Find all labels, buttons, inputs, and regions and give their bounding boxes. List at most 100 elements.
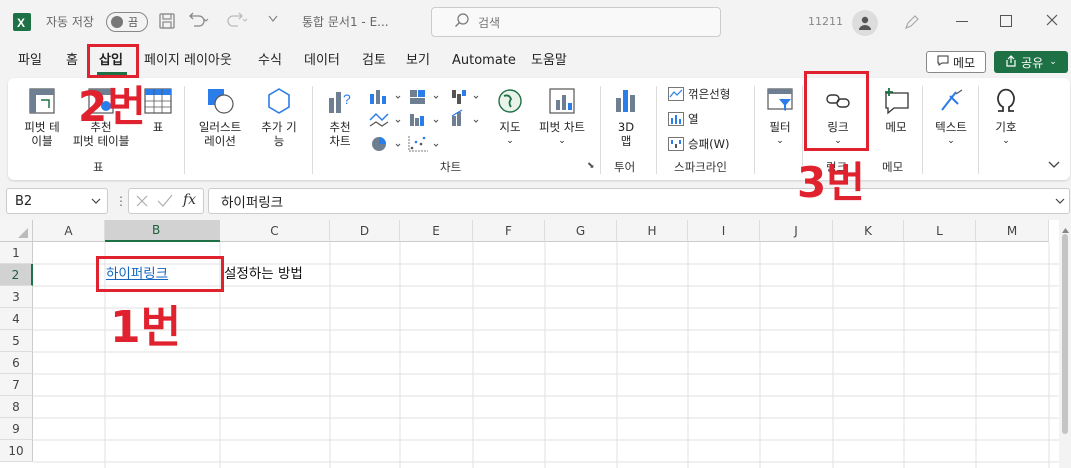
row-header-5[interactable]: 5: [0, 330, 33, 352]
formula-buttons: fx: [128, 188, 204, 214]
recommended-pivot-label-2: 피벗 테이블: [72, 134, 130, 148]
recommended-charts-icon: ?: [329, 91, 351, 113]
autosave-toggle[interactable]: 끔: [106, 12, 148, 32]
name-box[interactable]: B2: [6, 188, 108, 214]
row-header-3[interactable]: 3: [0, 286, 33, 308]
maps-button[interactable]: 지도 ⌄: [492, 86, 528, 148]
addins-button[interactable]: 추가 기 능: [252, 86, 306, 148]
waterfall-chart-icon: [452, 90, 466, 104]
name-box-dropdown-icon[interactable]: [91, 194, 101, 208]
3d-map-button[interactable]: 3D 맵: [606, 86, 646, 148]
close-icon[interactable]: [1044, 12, 1060, 28]
addins-icon: [268, 88, 290, 114]
selected-column-header: [105, 220, 220, 242]
row-header-1[interactable]: 1: [0, 242, 33, 264]
column-header-K[interactable]: K: [833, 220, 904, 242]
ribbon-expand-icon[interactable]: [1048, 158, 1060, 172]
maximize-icon[interactable]: [1000, 15, 1012, 27]
insert-function-icon[interactable]: fx: [183, 192, 196, 208]
vertical-scrollbar[interactable]: [1059, 220, 1071, 468]
tab-help[interactable]: 도움말: [527, 50, 571, 72]
toggle-state: 끔: [128, 16, 139, 29]
save-icon[interactable]: [158, 12, 176, 30]
group-label-charts: 차트: [440, 160, 462, 174]
tab-automate[interactable]: Automate: [448, 50, 520, 72]
tab-file[interactable]: 파일: [14, 50, 46, 72]
row-header-6[interactable]: 6: [0, 352, 33, 374]
charts-dialog-launcher-icon[interactable]: ⬊: [587, 161, 595, 171]
avatar[interactable]: [852, 10, 878, 36]
addins-label-2: 능: [273, 134, 285, 148]
svg-text:X: X: [17, 16, 25, 30]
symbols-label: 기호: [995, 120, 1017, 134]
column-header-F[interactable]: F: [473, 220, 545, 242]
text-icon: [941, 89, 963, 111]
sparkline-winloss-button[interactable]: 승패(W): [668, 136, 730, 152]
select-all-corner[interactable]: [0, 220, 33, 242]
filter-button[interactable]: 필터 ⌄: [760, 86, 800, 148]
minimize-icon[interactable]: [956, 21, 968, 22]
column-header-M[interactable]: M: [976, 220, 1049, 242]
pivot-table-icon: [29, 88, 55, 114]
sparkline-column-button[interactable]: 열: [668, 111, 699, 127]
row-header-7[interactable]: 7: [0, 374, 33, 396]
recommended-charts-button[interactable]: ? 추천 차트: [318, 86, 362, 148]
cell-c2-text[interactable]: 설정하는 방법: [224, 264, 303, 284]
column-header-B[interactable]: B: [152, 223, 160, 237]
tab-data[interactable]: 데이터: [300, 50, 344, 72]
cancel-icon[interactable]: [135, 194, 149, 211]
column-header-J[interactable]: J: [760, 220, 833, 242]
search-box[interactable]: 검색: [431, 7, 721, 37]
formula-bar-handle[interactable]: ⋮: [115, 194, 127, 208]
svg-text:?: ?: [343, 91, 351, 107]
tab-review[interactable]: 검토: [358, 50, 390, 72]
row-header-8[interactable]: 8: [0, 396, 33, 418]
ribbon-separator: [978, 86, 979, 174]
comment-button[interactable]: 메모: [876, 86, 916, 134]
column-header-A[interactable]: A: [33, 220, 105, 242]
scroll-thumb[interactable]: [1062, 234, 1068, 434]
tab-home[interactable]: 홈: [62, 50, 82, 72]
symbols-button[interactable]: 기호 ⌄: [986, 86, 1026, 148]
pivot-table-button[interactable]: 피벗 테 이블: [18, 86, 66, 148]
annotation-step2: 2번: [78, 82, 146, 131]
row-header-9[interactable]: 9: [0, 418, 33, 440]
undo-icon[interactable]: [188, 12, 210, 30]
table-button[interactable]: 표: [142, 86, 174, 134]
3d-map-icon: [616, 90, 635, 112]
text-button[interactable]: 텍스트 ⌄: [928, 86, 974, 148]
ribbon-insert: 피벗 테 이블 추천 피벗 테이블 표 표 일러스트 레이션 추가 기 능 ? …: [8, 78, 1070, 180]
row-header-2[interactable]: 2: [0, 264, 33, 286]
column-header-I[interactable]: I: [688, 220, 760, 242]
expand-formula-icon[interactable]: [1055, 194, 1065, 208]
enter-check-icon[interactable]: [157, 194, 173, 211]
tab-formulas[interactable]: 수식: [254, 50, 286, 72]
share-button[interactable]: 공유 ⌄: [994, 51, 1068, 73]
column-header-D[interactable]: D: [330, 220, 400, 242]
column-header-H[interactable]: H: [617, 220, 688, 242]
column-header-E[interactable]: E: [400, 220, 473, 242]
pivot-chart-button[interactable]: 피벗 차트 ⌄: [530, 86, 594, 148]
illustrations-button[interactable]: 일러스트 레이션: [190, 86, 250, 148]
user-id: 11211: [808, 15, 843, 28]
customize-toolbar-icon[interactable]: [268, 15, 278, 23]
column-header-G[interactable]: G: [545, 220, 617, 242]
formula-input[interactable]: 하이퍼링크: [208, 188, 1070, 214]
tab-view[interactable]: 보기: [402, 50, 434, 72]
column-header-L[interactable]: L: [904, 220, 976, 242]
ribbon-tabs: 파일 홈 삽입 페이지 레이아웃 수식 데이터 검토 보기 Automate 도…: [0, 44, 1071, 78]
row-header-4[interactable]: 4: [0, 308, 33, 330]
row-header-10[interactable]: 10: [0, 440, 33, 462]
tab-page-layout[interactable]: 페이지 레이아웃: [140, 50, 236, 72]
comments-button[interactable]: 메모: [926, 51, 986, 73]
designer-pen-icon[interactable]: [903, 13, 921, 31]
redo-icon[interactable]: [226, 12, 248, 30]
pivot-chart-label: 피벗 차트: [539, 120, 585, 134]
addins-label-1: 추가 기: [261, 120, 297, 134]
comment-label: 메모: [885, 120, 907, 134]
globe-icon: [498, 89, 522, 113]
column-header-C[interactable]: C: [220, 220, 330, 242]
search-placeholder: 검색: [478, 15, 501, 30]
sparkline-line-button[interactable]: 꺾은선형: [668, 86, 730, 102]
autosave-label: 자동 저장: [46, 15, 94, 29]
